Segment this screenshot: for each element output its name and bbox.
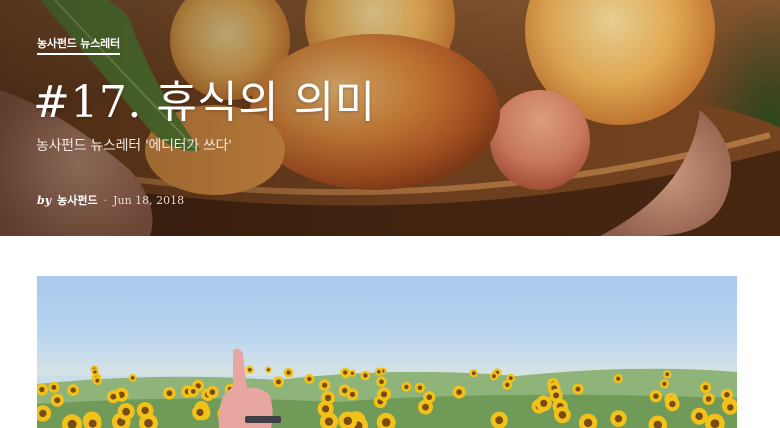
sunflower-center	[342, 387, 348, 394]
sunflower-center	[695, 412, 703, 420]
sunflower-center	[248, 368, 252, 372]
sunflower-center	[322, 405, 330, 413]
sunflower-center	[39, 409, 47, 418]
sunflower-center	[417, 385, 423, 391]
sunflower-center	[196, 408, 204, 416]
sunflower-center	[130, 376, 135, 380]
sunflower-center	[343, 416, 352, 426]
post-title: #17. 휴식의 의미	[33, 77, 376, 128]
sunflower-center	[122, 407, 130, 416]
post-byline: by 농사펀드 · Jun 18, 2018	[37, 192, 184, 208]
sunflower-center	[322, 382, 328, 388]
sunflower-center	[727, 404, 734, 411]
sunflower-center	[377, 370, 381, 374]
sunflower-center	[51, 384, 57, 390]
sunflower-center	[276, 379, 281, 385]
sunflower-center	[54, 397, 61, 404]
article-image-sunflowers	[37, 276, 737, 428]
byline-prefix: by	[37, 194, 52, 207]
post-hero: 농사펀드 뉴스레터 #17. 휴식의 의미 농사펀드 뉴스레터 '에디터가 쓰다…	[0, 0, 780, 236]
sunflower-field-photo	[37, 336, 737, 428]
sunflower-center	[426, 394, 433, 400]
sunflower-center	[343, 370, 348, 375]
sunflower-center	[166, 390, 173, 397]
sunflower-center	[456, 389, 462, 395]
sunflower-center	[705, 396, 712, 402]
sunflower-center	[492, 374, 496, 379]
sunflower-center	[307, 376, 312, 382]
sunflower-center	[703, 385, 709, 390]
sunflower-center	[95, 378, 100, 383]
post-subtitle: 농사펀드 뉴스레터 '에디터가 쓰다'	[36, 138, 232, 154]
sunflower-center	[505, 382, 510, 387]
sunflower-center	[70, 387, 76, 393]
sunflower-center	[495, 416, 504, 425]
sunflower-center	[141, 406, 149, 415]
sunflower-center	[39, 386, 45, 393]
sunflower-center	[350, 371, 354, 375]
sunflower-center	[665, 372, 670, 377]
sunflower-center	[669, 400, 676, 408]
sunflower-center	[144, 418, 153, 428]
sunflower-center	[324, 394, 332, 402]
sunflower-center	[553, 392, 560, 399]
sunflower-center	[724, 392, 730, 398]
sunflower-center	[286, 370, 291, 375]
sunflower-center	[508, 376, 513, 380]
sunflower-center	[653, 393, 659, 399]
sunflower-center	[266, 368, 270, 372]
sunflower-center	[710, 419, 720, 428]
sunflower-center	[324, 417, 334, 426]
sunflower-center	[616, 376, 621, 381]
sunflower-center	[422, 403, 429, 411]
sunflower-center	[380, 391, 388, 398]
sunflower-center	[662, 381, 667, 386]
author-link[interactable]: 농사펀드	[57, 192, 97, 208]
sunflower-center	[363, 373, 368, 378]
sunflower-center	[471, 371, 476, 376]
sunflower-center	[540, 399, 548, 407]
byline-separator: ·	[103, 194, 108, 207]
sunflower-center	[209, 389, 216, 395]
sunflower-center	[190, 389, 196, 394]
sunflower-center	[583, 418, 593, 428]
sunflower-center	[575, 386, 581, 392]
sunflower-center	[558, 411, 567, 419]
sunflower-center	[379, 379, 384, 385]
category-link[interactable]: 농사펀드 뉴스레터	[37, 35, 120, 55]
sunflower-center	[614, 414, 623, 423]
sunflower-center	[88, 419, 97, 428]
sunflower-center	[110, 393, 117, 400]
post-date: Jun 18, 2018	[113, 194, 185, 207]
sunflower-center	[349, 391, 356, 398]
sunflower-center	[381, 418, 391, 427]
sunflower-center	[404, 384, 409, 390]
